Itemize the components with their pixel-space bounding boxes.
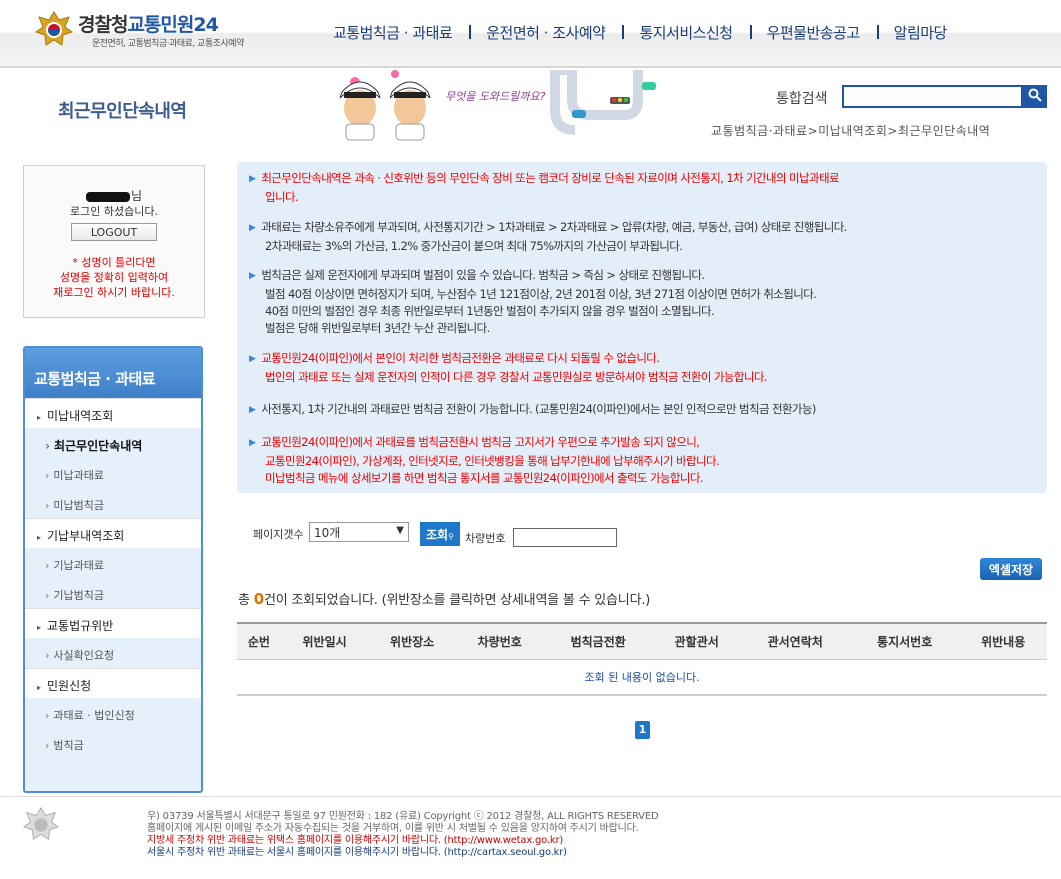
chevron-down-icon: ▼ [396,525,404,536]
login-message: 로그인 하셨습니다. [70,205,158,218]
sidebar-item-paid-fine[interactable]: 기납과태료 [25,548,201,578]
col-contact: 관서연락처 [740,622,850,660]
sidebar-item-violation[interactable]: 교통법규위반 [25,608,201,638]
police-emblem-icon [34,11,74,46]
empty-message: 조회 된 내용이 없습니다. [237,659,1047,696]
col-date: 위반일시 [280,622,369,660]
sidebar-item-corporate-request[interactable]: 과태료 · 법인신청 [25,698,201,728]
sidebar-item-recent-enforcement[interactable]: 최근무인단속내역 [25,428,201,458]
info-item: 최근무인단속내역은 과속 · 신호위반 등의 무인단속 장비 또는 캠코더 장비… [249,170,839,206]
cartax-link[interactable]: 서울시 주정차 위반 과태료는 서울시 홈페이지를 이용해주시기 바랍니다. (… [147,847,658,859]
page-size-select[interactable]: 10개 ▼ [309,522,409,542]
sidebar-item-unpaid-fine[interactable]: 미납과태료 [25,458,201,488]
login-user-name: 님 [24,187,204,204]
wetax-link[interactable]: 지방세 주정차 위반 과태료는 위택스 홈페이지를 이용해주시기 바랍니다. (… [147,835,658,847]
search-label: 통합검색 [776,91,828,107]
search-icon [1028,88,1042,102]
logout-button[interactable]: LOGOUT [71,223,157,241]
sidebar-item-penalty[interactable]: 범칙금 [25,728,201,758]
car-number-label: 차량번호 [465,532,506,545]
logo-title: 경찰청교통민원24 [78,14,219,36]
login-warning: * 성명이 틀리다면 성명을 정확히 입력하여 재로그인 하시기 바랍니다. [53,256,175,299]
col-car: 차량번호 [455,622,544,660]
car-number-input[interactable] [513,528,617,547]
sidebar-item-paid[interactable]: 기납부내역조회 [25,518,201,548]
info-item: 범칙금은 실제 운전자에게 부과되며 벌점이 있을 수 있습니다. 범칙금 > … [249,267,817,337]
side-menu-title: 교통범칙금 · 과태료 [25,348,201,398]
info-item: 교통민원24(이파인)에서 본인이 처리한 범칙금전환은 과태료로 다시 되돌릴… [249,350,767,386]
table-row: 조회 된 내용이 없습니다. [237,659,1047,696]
sidebar-item-petition[interactable]: 민원신청 [25,668,201,698]
nav-notice[interactable]: 알림마당 [876,22,964,43]
col-content: 위반내용 [959,622,1047,660]
global-nav: 교통범칙금 · 과태료 운전면허 · 조사예약 통지서비스신청 우편물반송공고 … [316,22,964,43]
info-item: 사전통지, 1차 기간내의 과태료만 범칙금 전환이 가능합니다. (교통민원2… [249,401,816,420]
col-convert: 범칙금전환 [543,622,653,660]
visual-band: 최근무인단속내역 무엇을 도와드릴까요? 통합검색 교통범칙금·과태료>미납내역… [0,70,1061,150]
page-title: 최근무인단속내역 [58,101,187,122]
info-item: 교통민원24(이파인)에서 과태료를 범칙금전환시 범칙금 고지서가 우편으로 … [249,434,719,487]
side-menu: 교통범칙금 · 과태료 미납내역조회 최근무인단속내역 미납과태료 미납범칙금 … [23,346,203,793]
col-seq: 순번 [237,622,281,660]
info-notice-panel: 최근무인단속내역은 과속 · 신호위반 등의 무인단속 장비 또는 캠코더 장비… [237,162,1047,493]
sidebar-item-unpaid[interactable]: 미납내역조회 [25,398,201,428]
excel-save-button[interactable]: 엑셀저장 [980,558,1042,580]
footer-info: 우) 03739 서울특별시 서대문구 통일로 97 민원전화 : 182 (유… [147,811,659,859]
search-icon: ⚲ [448,531,454,541]
police-emblem-icon [22,807,60,841]
mascot-speech: 무엇을 도와드릴까요? [445,90,546,103]
site-logo[interactable]: 경찰청교통민원24 운전면허, 교통범칙금·과태료, 교통조사예약 [34,10,264,50]
sidebar-item-fact-check[interactable]: 사실확인요청 [25,638,201,668]
search-input[interactable] [842,85,1023,108]
logo-subtitle: 운전면허, 교통범칙금·과태료, 교통조사예약 [92,39,244,49]
col-notice-no: 통지서번호 [849,622,960,660]
enforcement-table: 순번 위반일시 위반장소 차량번호 범칙금전환 관할관서 관서연락처 통지서번호… [237,622,1047,696]
page-number-current[interactable]: 1 [635,721,650,739]
info-item: 과태료는 차량소유주에게 부과되며, 사전통지기간 > 1차과태료 > 2차과태… [249,219,847,255]
sidebar-item-unpaid-penalty[interactable]: 미납범칙금 [25,488,201,518]
col-place: 위반장소 [368,622,456,660]
col-office: 관할관서 [652,622,741,660]
site-header: 경찰청교통민원24 운전면허, 교통범칙금·과태료, 교통조사예약 교통범칙금 … [0,0,1061,68]
police-mascot-illustration: 무엇을 도와드릴까요? [339,70,656,141]
nav-license[interactable]: 운전면허 · 조사예약 [469,22,622,43]
result-count-number: 0 [253,590,264,608]
breadcrumb: 교통범칙금·과태료>미납내역조회>최근무인단속내역 [711,124,991,138]
sidebar-item-paid-penalty[interactable]: 기납범칙금 [25,578,201,608]
search-button[interactable] [1022,85,1047,108]
masked-user-name [85,191,130,202]
nav-returned-mail[interactable]: 우편물반송공고 [749,22,877,43]
query-button[interactable]: 조회⚲ [420,522,460,546]
page-size-label: 페이지갯수 [253,528,304,541]
nav-fines[interactable]: 교통범칙금 · 과태료 [316,22,469,43]
site-footer: 우) 03739 서울특별시 서대문구 통일로 97 민원전화 : 182 (유… [0,796,1061,879]
result-count: 총 0건이 조회되었습니다. (위반장소를 클릭하면 상세내역을 볼 수 있습니… [238,590,651,608]
login-box: 님 로그인 하셨습니다. LOGOUT * 성명이 틀리다면 성명을 정확히 입… [23,165,205,318]
nav-notify-service[interactable]: 통지서비스신청 [622,22,749,43]
